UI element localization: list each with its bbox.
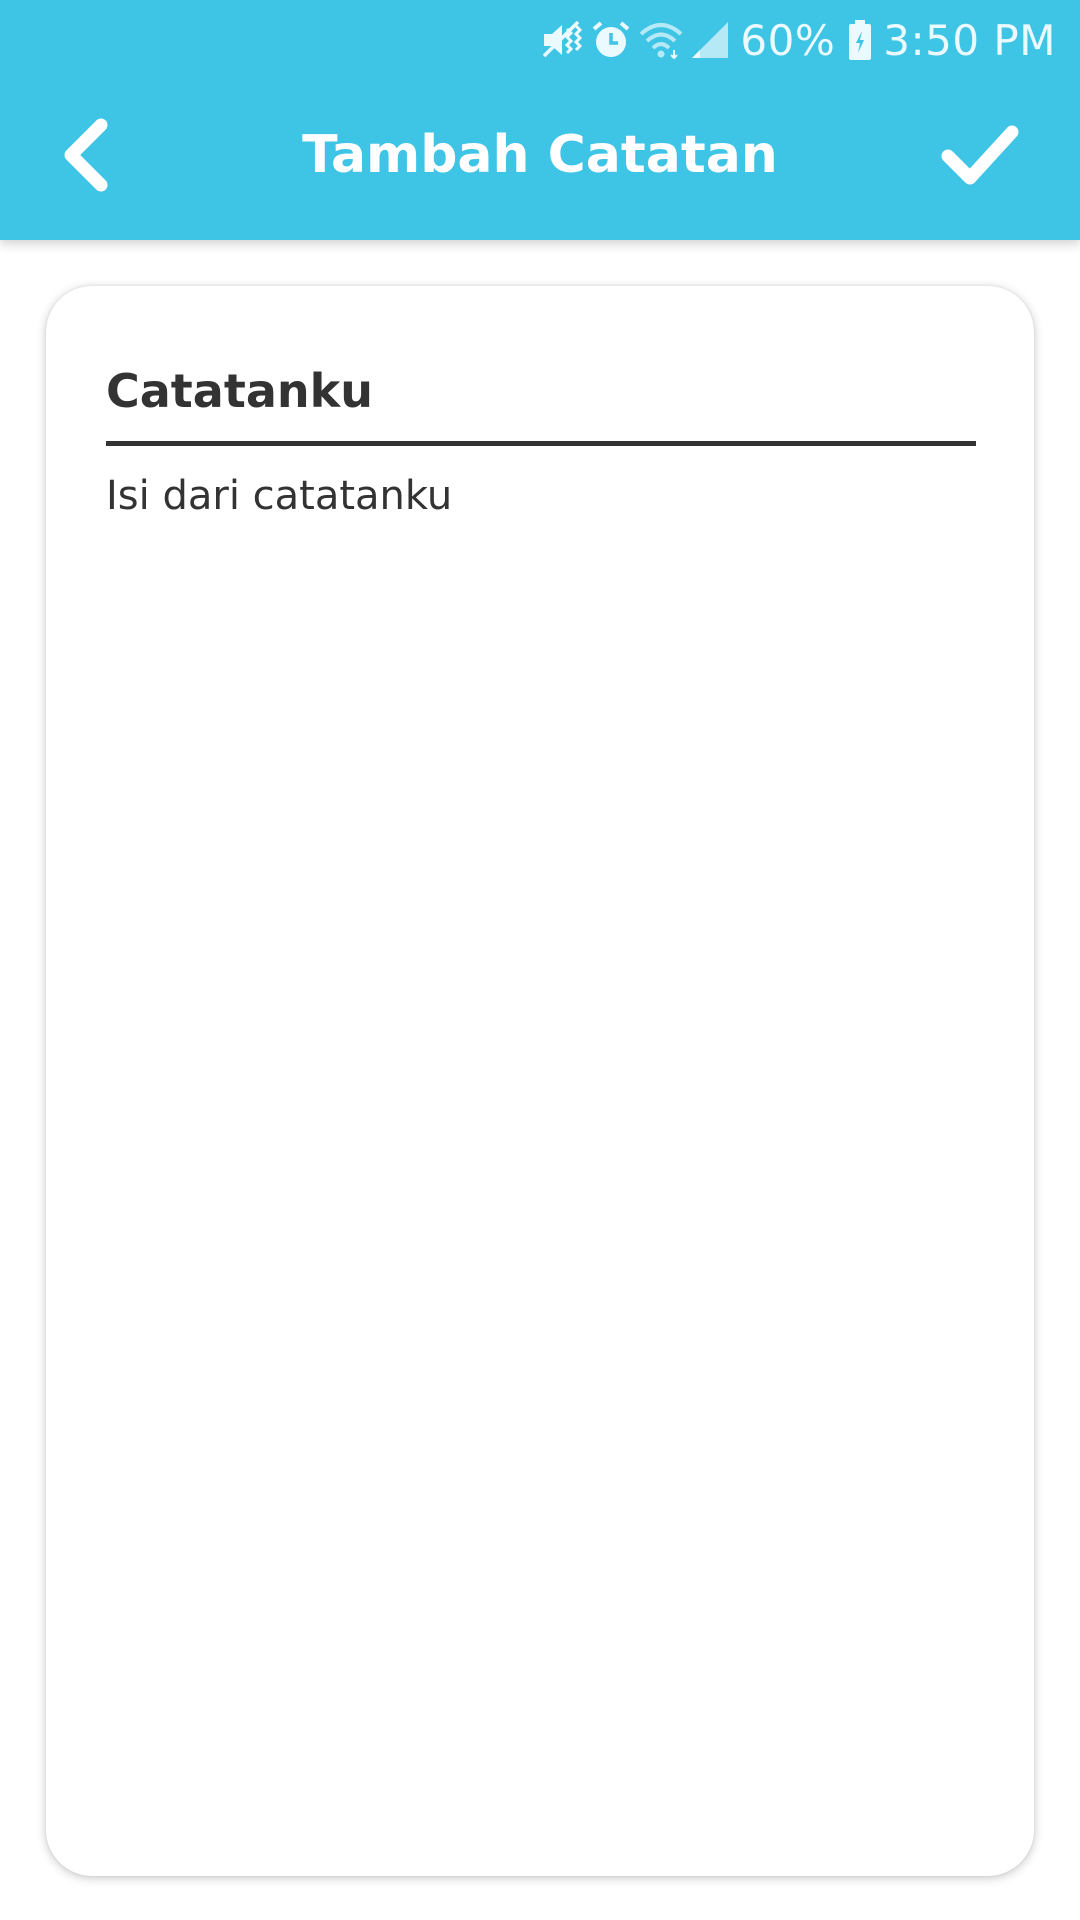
wifi-icon [638,20,684,60]
battery-percentage: 60% [740,15,836,65]
status-bar: 60% 3:50 PM [0,0,1080,80]
alarm-icon [590,19,632,61]
mute-vibrate-icon [540,20,584,60]
note-body-input[interactable]: Isi dari catatanku [106,446,976,1786]
page-title: Tambah Catatan [302,125,778,185]
app-header: 60% 3:50 PM Tambah Catatan [0,0,1080,240]
note-title-input[interactable] [106,346,976,446]
checkmark-icon [941,125,1019,185]
battery-charging-icon [847,19,873,61]
save-button[interactable] [930,110,1030,200]
note-card: Isi dari catatanku [46,286,1034,1876]
clock-time: 3:50 PM [883,15,1056,65]
chevron-left-icon [64,118,108,192]
app-screen: 60% 3:50 PM Tambah Catatan Catatanku Isi… [0,0,1080,1920]
back-button[interactable] [40,110,130,200]
toolbar: Tambah Catatan [0,80,1080,240]
cell-signal-icon [690,20,730,60]
